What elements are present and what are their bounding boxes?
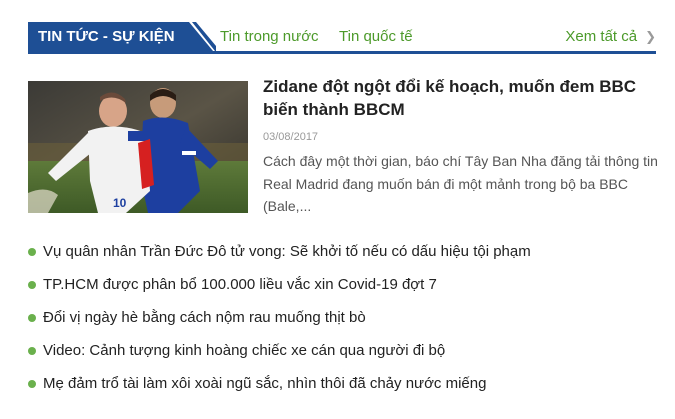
bullet-dot-icon (28, 380, 36, 388)
section-title[interactable]: TIN TỨC - SỰ KIỆN (28, 22, 187, 51)
bullet-dot-icon (28, 314, 36, 322)
news-title: Vụ quân nhân Trần Đức Đô tử vong: Sẽ khở… (43, 243, 531, 260)
chevron-right-icon: ❯ (645, 29, 656, 44)
news-list: Vụ quân nhân Trần Đức Đô tử vong: Sẽ khở… (28, 240, 658, 405)
see-all-link[interactable]: Xem tất cả ❯ (565, 22, 656, 51)
news-title: TP.HCM được phân bổ 100.000 liều vắc xin… (43, 276, 437, 293)
list-item[interactable]: TP.HCM được phân bổ 100.000 liều vắc xin… (28, 273, 658, 306)
bullet-dot-icon (28, 248, 36, 256)
featured-article-image[interactable]: 10 (28, 81, 248, 213)
title-slant-decoration (186, 22, 216, 51)
news-title: Đổi vị ngày hè bằng cách nộm rau muống t… (43, 309, 366, 326)
football-players-photo: 10 (28, 81, 248, 213)
list-item[interactable]: Đổi vị ngày hè bằng cách nộm rau muống t… (28, 306, 658, 339)
bullet-dot-icon (28, 347, 36, 355)
svg-text:10: 10 (113, 196, 127, 210)
section-header: TIN TỨC - SỰ KIỆN Tin trong nước Tin quố… (28, 22, 656, 54)
news-title: Mẹ đảm trổ tài làm xôi xoài ngũ sắc, nhì… (43, 375, 487, 392)
featured-article-summary: Cách đây một thời gian, báo chí Tây Ban … (263, 153, 658, 214)
featured-article-title[interactable]: Zidane đột ngột đổi kế hoạch, muốn đem B… (263, 75, 643, 121)
tab-international-news[interactable]: Tin quốc tế (339, 22, 413, 51)
featured-article-date: 03/08/2017 (263, 131, 319, 143)
list-item[interactable]: Mẹ đảm trổ tài làm xôi xoài ngũ sắc, nhì… (28, 372, 658, 405)
tab-domestic-news[interactable]: Tin trong nước (220, 22, 319, 51)
list-item[interactable]: Vụ quân nhân Trần Đức Đô tử vong: Sẽ khở… (28, 240, 658, 273)
news-title: Video: Cảnh tượng kinh hoàng chiếc xe cá… (43, 342, 446, 359)
bullet-dot-icon (28, 281, 36, 289)
list-item[interactable]: Video: Cảnh tượng kinh hoàng chiếc xe cá… (28, 339, 658, 372)
see-all-label: Xem tất cả (565, 28, 638, 45)
